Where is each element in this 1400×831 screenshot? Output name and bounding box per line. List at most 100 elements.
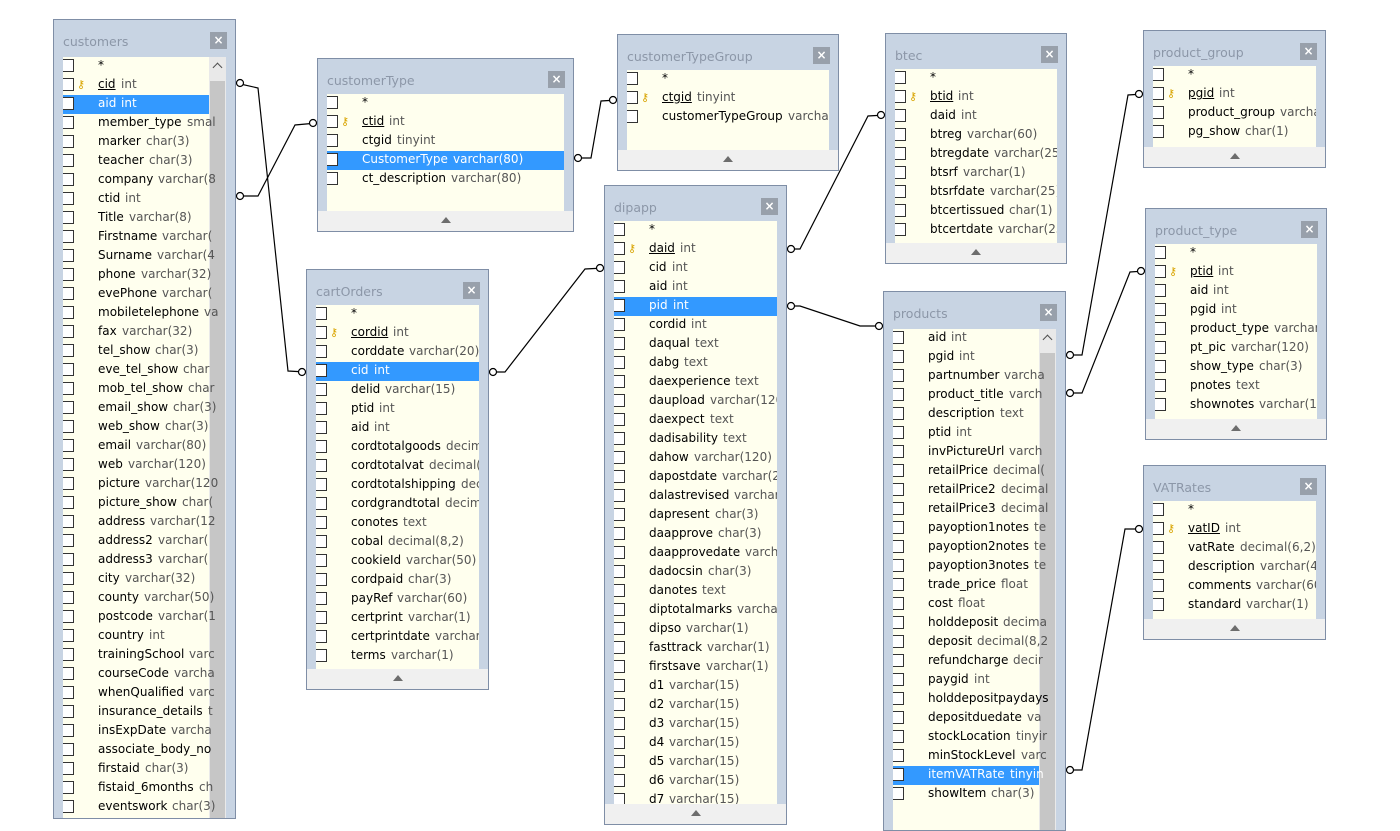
field-row[interactable]: retailPrice2 decimal xyxy=(893,481,1048,500)
field-row[interactable]: email varchar(80) xyxy=(63,437,209,456)
field-checkbox[interactable] xyxy=(63,325,74,338)
field-checkbox[interactable] xyxy=(63,78,74,91)
relationship-line[interactable] xyxy=(574,99,618,159)
field-checkbox[interactable] xyxy=(63,610,74,623)
field-row[interactable]: whenQualified varc xyxy=(63,684,215,703)
field-row[interactable]: paygid int xyxy=(893,671,1039,690)
field-checkbox[interactable] xyxy=(63,192,74,205)
field-row[interactable]: daapprovedate varcha xyxy=(614,544,777,563)
field-checkbox[interactable] xyxy=(327,172,338,185)
field-checkbox[interactable] xyxy=(63,439,74,452)
field-row[interactable]: * xyxy=(63,57,209,76)
field-row[interactable]: cobal decimal(8,2) xyxy=(316,533,479,552)
field-row[interactable]: dapostdate varchar(2 xyxy=(614,468,777,487)
field-checkbox[interactable] xyxy=(316,611,327,624)
field-row[interactable]: terms varchar(1) xyxy=(316,647,479,666)
relationship-line[interactable] xyxy=(1066,528,1143,771)
field-checkbox[interactable] xyxy=(895,185,906,198)
field-checkbox[interactable] xyxy=(63,401,74,414)
field-row[interactable]: pgid int xyxy=(893,348,1039,367)
field-checkbox[interactable] xyxy=(895,166,906,179)
field-row[interactable]: eventswork char(3) xyxy=(63,798,216,817)
field-checkbox[interactable] xyxy=(1153,87,1164,100)
relationship-line[interactable] xyxy=(235,82,307,373)
field-row[interactable]: retailPrice decimal( xyxy=(893,462,1045,481)
field-checkbox[interactable] xyxy=(63,781,74,794)
field-row[interactable]: web_show char(3) xyxy=(63,418,209,437)
field-checkbox[interactable] xyxy=(1153,560,1164,573)
scroll-up-icon[interactable] xyxy=(212,62,223,73)
field-checkbox[interactable] xyxy=(63,591,74,604)
field-row[interactable]: fasttrack varchar(1) xyxy=(614,639,777,658)
field-row[interactable]: insurance_details t xyxy=(63,703,213,722)
field-row[interactable]: payoption2notes te xyxy=(893,538,1046,557)
field-checkbox[interactable] xyxy=(63,458,74,471)
field-checkbox[interactable] xyxy=(316,440,327,453)
field-checkbox[interactable] xyxy=(893,502,904,515)
field-checkbox[interactable] xyxy=(895,204,906,217)
field-row[interactable]: ptid int xyxy=(316,400,479,419)
field-checkbox[interactable] xyxy=(63,515,74,528)
field-row[interactable]: cordpaid char(3) xyxy=(316,571,479,590)
field-checkbox[interactable] xyxy=(1155,398,1166,411)
field-checkbox[interactable] xyxy=(63,496,74,509)
field-checkbox[interactable] xyxy=(614,375,625,388)
field-row[interactable]: ⚷ cordid int xyxy=(316,324,479,343)
field-row[interactable]: trainingSchool varc xyxy=(63,646,215,665)
close-icon[interactable]: × xyxy=(1040,304,1057,321)
field-checkbox[interactable] xyxy=(614,432,625,445)
field-row[interactable]: * xyxy=(1153,66,1316,85)
field-checkbox[interactable] xyxy=(627,110,638,123)
field-row[interactable]: dadocsin char(3) xyxy=(614,563,777,582)
field-checkbox[interactable] xyxy=(316,402,327,415)
field-row[interactable]: ⚷ pgid int xyxy=(1153,85,1316,104)
field-row[interactable]: btsrfdate varchar(25) xyxy=(895,183,1057,202)
field-checkbox[interactable] xyxy=(63,116,74,129)
field-row[interactable]: ⚷ ctgid tinyint xyxy=(627,89,829,108)
field-row[interactable]: insExpDate varcha xyxy=(63,722,212,741)
field-row[interactable]: * xyxy=(614,221,777,240)
field-checkbox[interactable] xyxy=(1155,322,1166,335)
field-checkbox[interactable] xyxy=(316,554,327,567)
field-checkbox[interactable] xyxy=(614,565,625,578)
field-checkbox[interactable] xyxy=(614,280,625,293)
field-row[interactable]: product_type varchar( xyxy=(1155,320,1317,339)
field-checkbox[interactable] xyxy=(893,673,904,686)
field-checkbox[interactable] xyxy=(316,307,327,320)
field-row[interactable]: invPictureUrl varch xyxy=(893,443,1042,462)
field-row[interactable]: diptotalmarks varchar( xyxy=(614,601,777,620)
field-checkbox[interactable] xyxy=(614,299,625,312)
field-checkbox[interactable] xyxy=(63,629,74,642)
field-checkbox[interactable] xyxy=(614,470,625,483)
field-row[interactable]: payoption1notes te xyxy=(893,519,1046,538)
field-checkbox[interactable] xyxy=(614,584,625,597)
field-row[interactable]: holddepositpaydays xyxy=(893,690,1049,709)
field-row[interactable]: corddate varchar(20) xyxy=(316,343,479,362)
field-checkbox[interactable] xyxy=(316,573,327,586)
field-row[interactable]: address varchar(12 xyxy=(63,513,216,532)
field-row[interactable]: marker char(3) xyxy=(63,133,209,152)
field-row[interactable]: Title varchar(8) xyxy=(63,209,209,228)
field-checkbox[interactable] xyxy=(614,527,625,540)
field-row[interactable]: web varchar(120) xyxy=(63,456,209,475)
close-icon[interactable]: × xyxy=(548,71,565,88)
field-row[interactable]: company varchar(8 xyxy=(63,171,216,190)
field-row[interactable]: btregdate varchar(25) xyxy=(895,145,1057,164)
field-row[interactable]: d2 varchar(15) xyxy=(614,696,777,715)
field-checkbox[interactable] xyxy=(316,516,327,529)
field-checkbox[interactable] xyxy=(63,135,74,148)
field-row[interactable]: * xyxy=(627,70,829,89)
field-row[interactable]: picture_show char( xyxy=(63,494,213,513)
field-checkbox[interactable] xyxy=(316,592,327,605)
field-checkbox[interactable] xyxy=(63,686,74,699)
close-icon[interactable]: × xyxy=(1300,478,1317,495)
field-row[interactable]: ptid int xyxy=(893,424,1039,443)
field-row[interactable]: ⚷ daid int xyxy=(614,240,777,259)
field-row[interactable]: cost float xyxy=(893,595,1039,614)
field-row[interactable]: ⚷ cid int xyxy=(63,76,209,95)
field-checkbox[interactable] xyxy=(893,692,904,705)
field-checkbox[interactable] xyxy=(614,660,625,673)
field-row[interactable]: aid int xyxy=(1155,282,1317,301)
field-row[interactable]: deposit decimal(8,2 xyxy=(893,633,1048,652)
table-customers[interactable]: customers × * ⚷ cid int aid int member_type smal m… xyxy=(53,19,236,819)
